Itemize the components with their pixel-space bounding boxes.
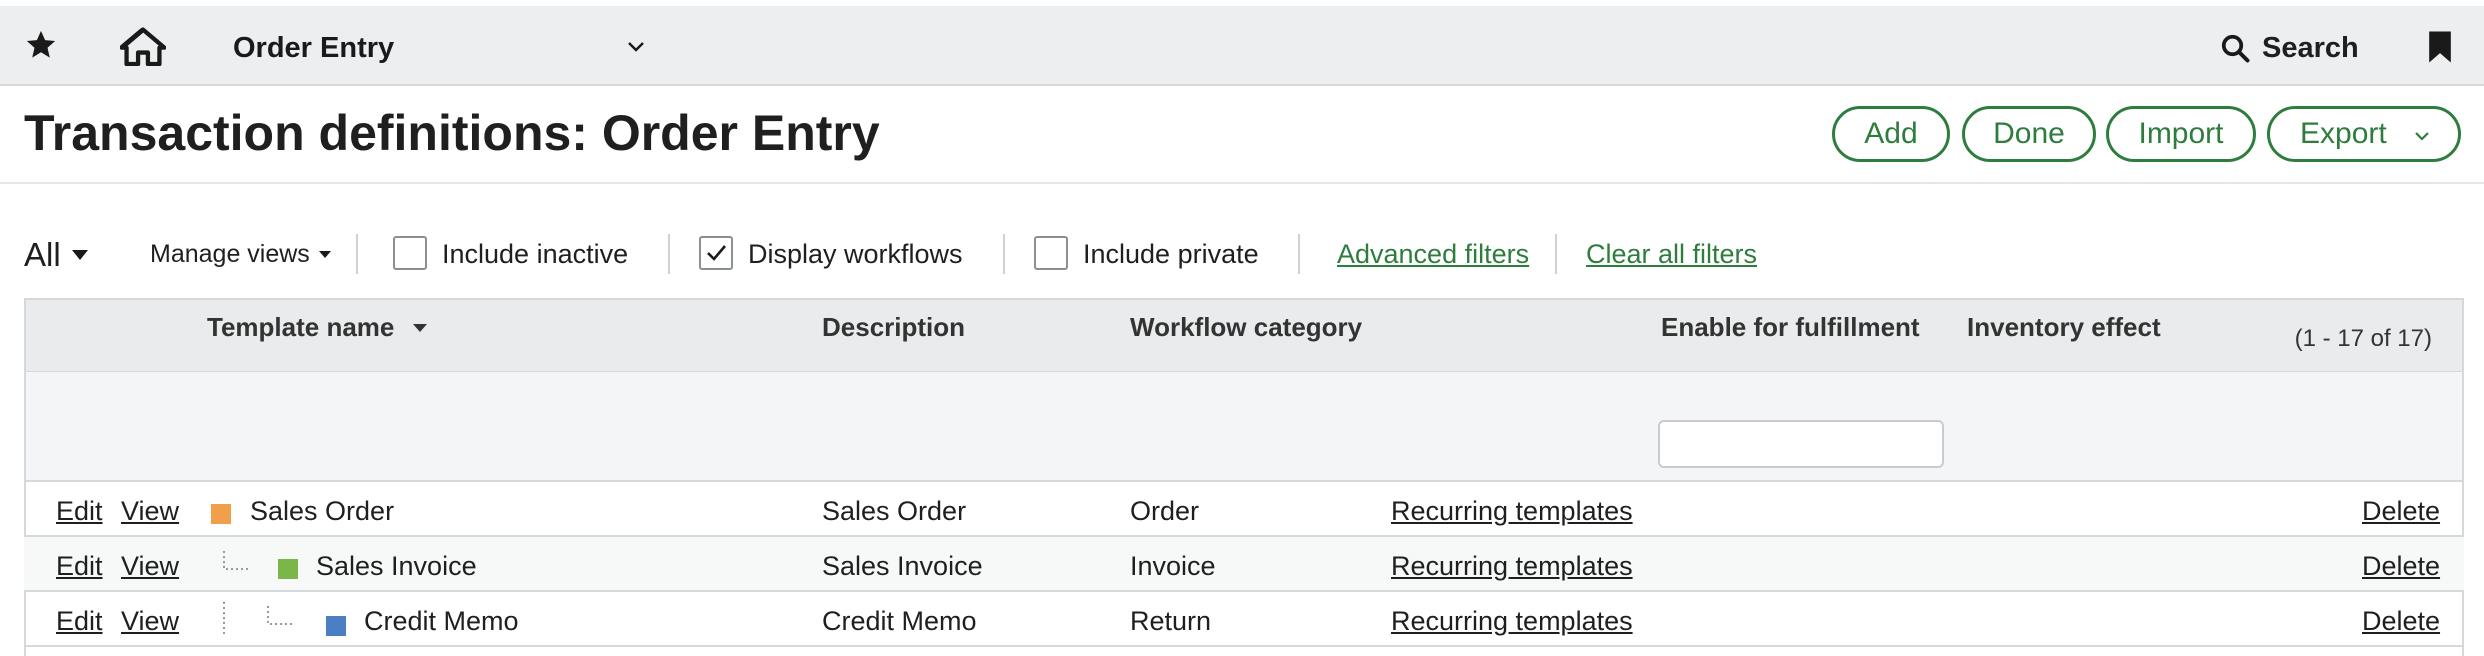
export-button[interactable]: Export: [2267, 106, 2461, 162]
divider: [1003, 234, 1005, 274]
star-icon[interactable]: [24, 28, 58, 62]
view-link[interactable]: View: [121, 606, 179, 637]
sort-descending-icon: [413, 323, 428, 332]
filter-bar: All Manage views Include inactive Displa…: [0, 226, 2484, 282]
advanced-filters-link[interactable]: Advanced filters: [1337, 239, 1529, 270]
search-icon: [2221, 34, 2250, 63]
app-title[interactable]: Order Entry: [233, 32, 394, 65]
recurring-templates-link[interactable]: Recurring templates: [1391, 551, 1633, 582]
table-row: Edit View Credit Memo Credit Memo Return…: [24, 592, 2464, 647]
workflow-category: Return: [1130, 606, 1212, 636]
divider: [668, 234, 670, 274]
template-name: Sales Order: [250, 496, 395, 526]
delete-link[interactable]: Delete: [2362, 551, 2440, 582]
include-private-label: Include private: [1083, 239, 1259, 269]
divider: [356, 234, 358, 274]
description: Sales Invoice: [822, 551, 983, 581]
column-header-label: Template name: [207, 312, 395, 342]
view-link[interactable]: View: [121, 496, 179, 527]
template-color-swatch: [326, 616, 346, 636]
divider: [1298, 234, 1300, 274]
export-label: Export: [2300, 117, 2387, 150]
edit-link[interactable]: Edit: [56, 496, 103, 527]
recurring-templates-link[interactable]: Recurring templates: [1391, 496, 1633, 527]
done-button[interactable]: Done: [1962, 106, 2096, 162]
import-button[interactable]: Import: [2106, 106, 2256, 162]
fulfillment-filter-input[interactable]: [1658, 420, 1944, 468]
chevron-down-icon: [2415, 132, 2429, 141]
delete-link[interactable]: Delete: [2362, 606, 2440, 637]
bookmark-icon[interactable]: [2427, 30, 2453, 64]
column-header-template-name[interactable]: Template name: [207, 312, 428, 343]
include-inactive-label: Include inactive: [442, 239, 629, 269]
view-link[interactable]: View: [121, 551, 179, 582]
chevron-down-icon[interactable]: [627, 40, 645, 54]
add-button[interactable]: Add: [1832, 106, 1950, 162]
home-icon[interactable]: [120, 26, 166, 66]
column-header-enable-for-fulfillment[interactable]: Enable for fulfillment: [1661, 312, 1920, 343]
divider: [1555, 234, 1557, 274]
description: Credit Memo: [822, 606, 977, 636]
page-title: Transaction definitions: Order Entry: [24, 105, 880, 161]
template-name: Sales Invoice: [316, 551, 477, 581]
search-label: Search: [2262, 31, 2359, 64]
view-label: All: [24, 236, 61, 273]
template-name: Credit Memo: [364, 606, 519, 636]
checkmark-icon: [707, 245, 726, 261]
search-button[interactable]: Search: [2220, 30, 2359, 66]
top-navigation-bar: Order Entry Search: [0, 6, 2484, 86]
caret-down-icon: [318, 251, 331, 258]
description: Sales Order: [822, 496, 967, 526]
manage-views-label: Manage views: [150, 240, 310, 268]
workflow-category: Order: [1130, 496, 1200, 526]
edit-link[interactable]: Edit: [56, 606, 103, 637]
include-inactive-checkbox[interactable]: [393, 236, 427, 270]
header-divider: [0, 182, 2484, 184]
template-color-swatch: [211, 504, 231, 524]
display-workflows-label: Display workflows: [748, 239, 963, 269]
recurring-templates-link[interactable]: Recurring templates: [1391, 606, 1633, 637]
display-workflows-checkbox[interactable]: [699, 236, 733, 270]
table-row: Edit View Sales Invoice Sales Invoice In…: [24, 537, 2464, 592]
column-header-workflow-category[interactable]: Workflow category: [1130, 312, 1362, 343]
include-private-checkbox[interactable]: [1034, 236, 1068, 270]
column-header-inventory-effect[interactable]: Inventory effect: [1967, 312, 2161, 343]
tree-connector-icon: [223, 551, 248, 570]
template-color-swatch: [278, 559, 298, 579]
clear-all-filters-link[interactable]: Clear all filters: [1586, 239, 1757, 270]
tree-connector-icon: [223, 602, 292, 636]
column-header-description[interactable]: Description: [822, 312, 965, 343]
caret-down-icon: [71, 250, 88, 260]
view-selector[interactable]: All: [24, 236, 89, 274]
record-count: (1 - 17 of 17): [2294, 325, 2432, 352]
edit-link[interactable]: Edit: [56, 551, 103, 582]
table-header: [26, 372, 2462, 482]
workflow-category: Invoice: [1130, 551, 1216, 581]
manage-views-menu[interactable]: Manage views: [150, 240, 332, 269]
delete-link[interactable]: Delete: [2362, 496, 2440, 527]
table-row: Edit View Sales Order Sales Order Order …: [24, 482, 2464, 537]
